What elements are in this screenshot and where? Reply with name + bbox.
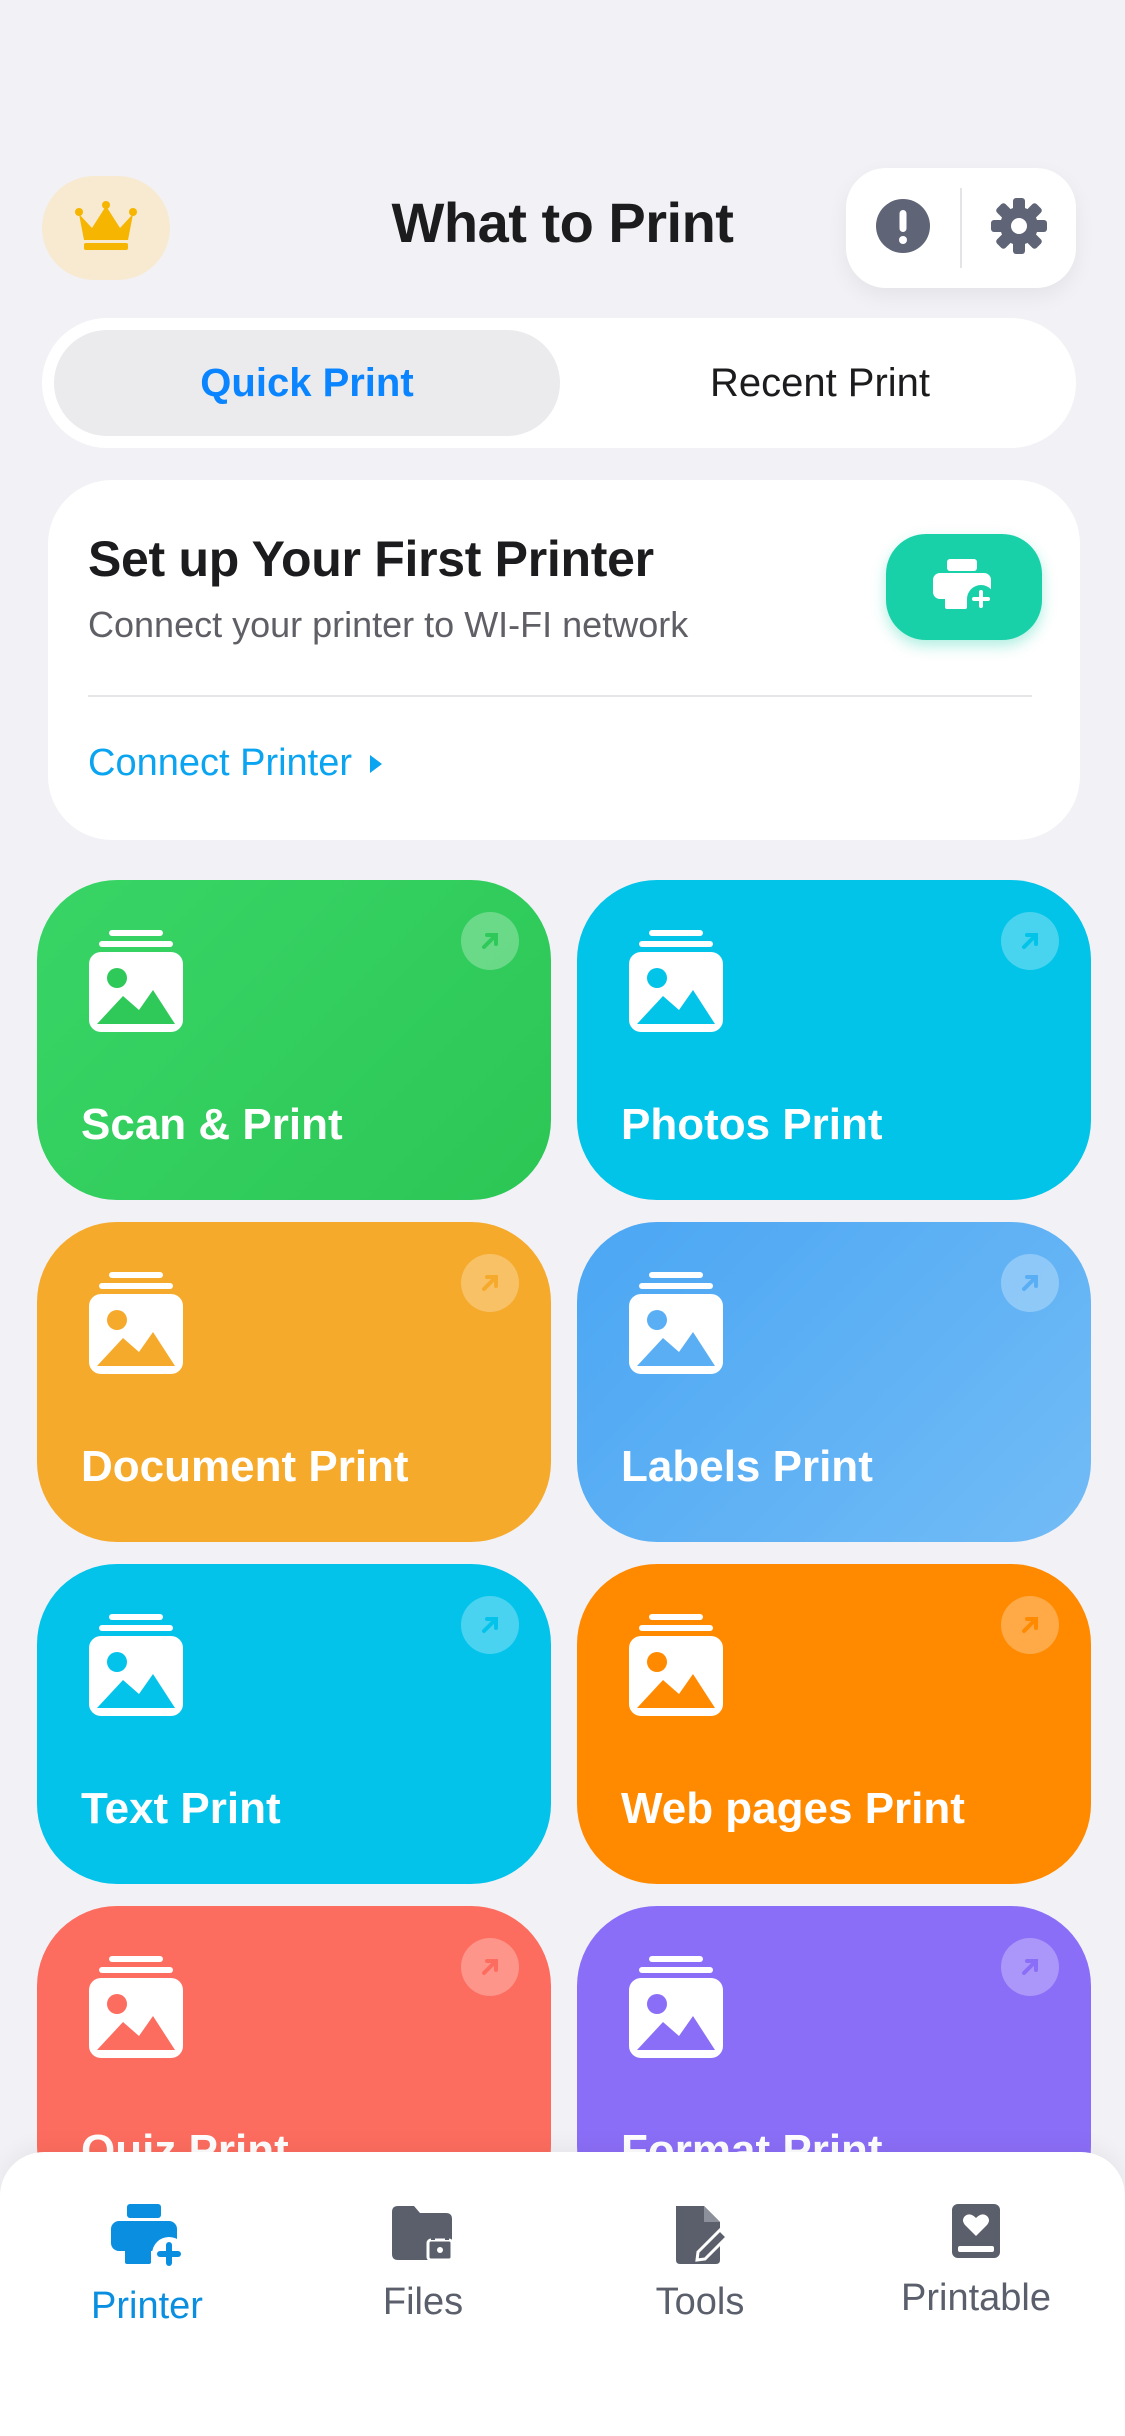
tile-web-pages-print[interactable]: Web pages Print bbox=[577, 1564, 1091, 1884]
tab-label: Printable bbox=[901, 2277, 1051, 2319]
heart-book-icon bbox=[946, 2202, 1006, 2269]
arrow-up-right-icon bbox=[461, 1938, 519, 1996]
folder-lock-icon bbox=[388, 2202, 458, 2273]
tab-label: Tools bbox=[655, 2281, 745, 2323]
tab-label: Files bbox=[382, 2281, 464, 2323]
bottom-tab-bar: Printer Files Tools Printable bbox=[0, 2152, 1125, 2436]
tile-label: Text Print bbox=[81, 1784, 281, 1833]
connect-printer-link[interactable]: Connect Printer bbox=[88, 742, 384, 785]
tile-photos-print[interactable]: Photos Print bbox=[577, 880, 1091, 1200]
arrow-up-right-icon bbox=[1001, 1938, 1059, 1996]
settings-button[interactable] bbox=[962, 168, 1076, 288]
tile-text-print[interactable]: Text Print bbox=[37, 1564, 551, 1884]
header-actions bbox=[846, 168, 1076, 288]
arrow-up-right-icon bbox=[1001, 1596, 1059, 1654]
photo-stack-icon bbox=[627, 1956, 725, 2065]
photo-stack-icon bbox=[627, 1614, 725, 1723]
tab-files[interactable]: Files bbox=[323, 2202, 523, 2324]
tab-tools[interactable]: Tools bbox=[600, 2202, 800, 2324]
photo-stack-icon bbox=[627, 930, 725, 1039]
printer-add-icon bbox=[107, 2202, 187, 2277]
document-edit-icon bbox=[670, 2202, 730, 2273]
printer-add-icon bbox=[931, 557, 997, 618]
add-printer-button[interactable] bbox=[886, 534, 1042, 640]
setup-printer-card: Set up Your First Printer Connect your p… bbox=[48, 480, 1080, 840]
arrow-up-right-icon bbox=[1001, 1254, 1059, 1312]
info-button[interactable] bbox=[846, 168, 960, 288]
setup-subtitle: Connect your printer to WI-FI network bbox=[88, 604, 689, 645]
print-mode-segmented: Quick Print Recent Print bbox=[42, 318, 1076, 448]
arrow-up-right-icon bbox=[1001, 912, 1059, 970]
connect-printer-label: Connect Printer bbox=[88, 742, 353, 784]
tab-printable[interactable]: Printable bbox=[876, 2202, 1076, 2320]
photo-stack-icon bbox=[627, 1272, 725, 1381]
info-icon bbox=[875, 198, 931, 259]
arrow-up-right-icon bbox=[461, 1254, 519, 1312]
tile-scan-print[interactable]: Scan & Print bbox=[37, 880, 551, 1200]
chevron-right-icon bbox=[368, 742, 384, 785]
tab-recent-print[interactable]: Recent Print bbox=[576, 330, 1064, 436]
tab-quick-print[interactable]: Quick Print bbox=[54, 330, 560, 436]
photo-stack-icon bbox=[87, 930, 185, 1039]
tile-labels-print[interactable]: Labels Print bbox=[577, 1222, 1091, 1542]
tab-printer[interactable]: Printer bbox=[47, 2202, 247, 2328]
arrow-up-right-icon bbox=[461, 912, 519, 970]
tile-label: Document Print bbox=[81, 1442, 409, 1491]
tile-label: Labels Print bbox=[621, 1442, 873, 1491]
tile-label: Scan & Print bbox=[81, 1100, 343, 1149]
photo-stack-icon bbox=[87, 1614, 185, 1723]
tile-document-print[interactable]: Document Print bbox=[37, 1222, 551, 1542]
tab-label: Printer bbox=[91, 2285, 203, 2327]
setup-title: Set up Your First Printer bbox=[88, 531, 654, 587]
photo-stack-icon bbox=[87, 1956, 185, 2065]
tile-label: Web pages Print bbox=[621, 1784, 965, 1833]
gear-icon bbox=[990, 197, 1048, 260]
setup-divider bbox=[88, 695, 1032, 697]
photo-stack-icon bbox=[87, 1272, 185, 1381]
tile-label: Photos Print bbox=[621, 1100, 883, 1149]
arrow-up-right-icon bbox=[461, 1596, 519, 1654]
